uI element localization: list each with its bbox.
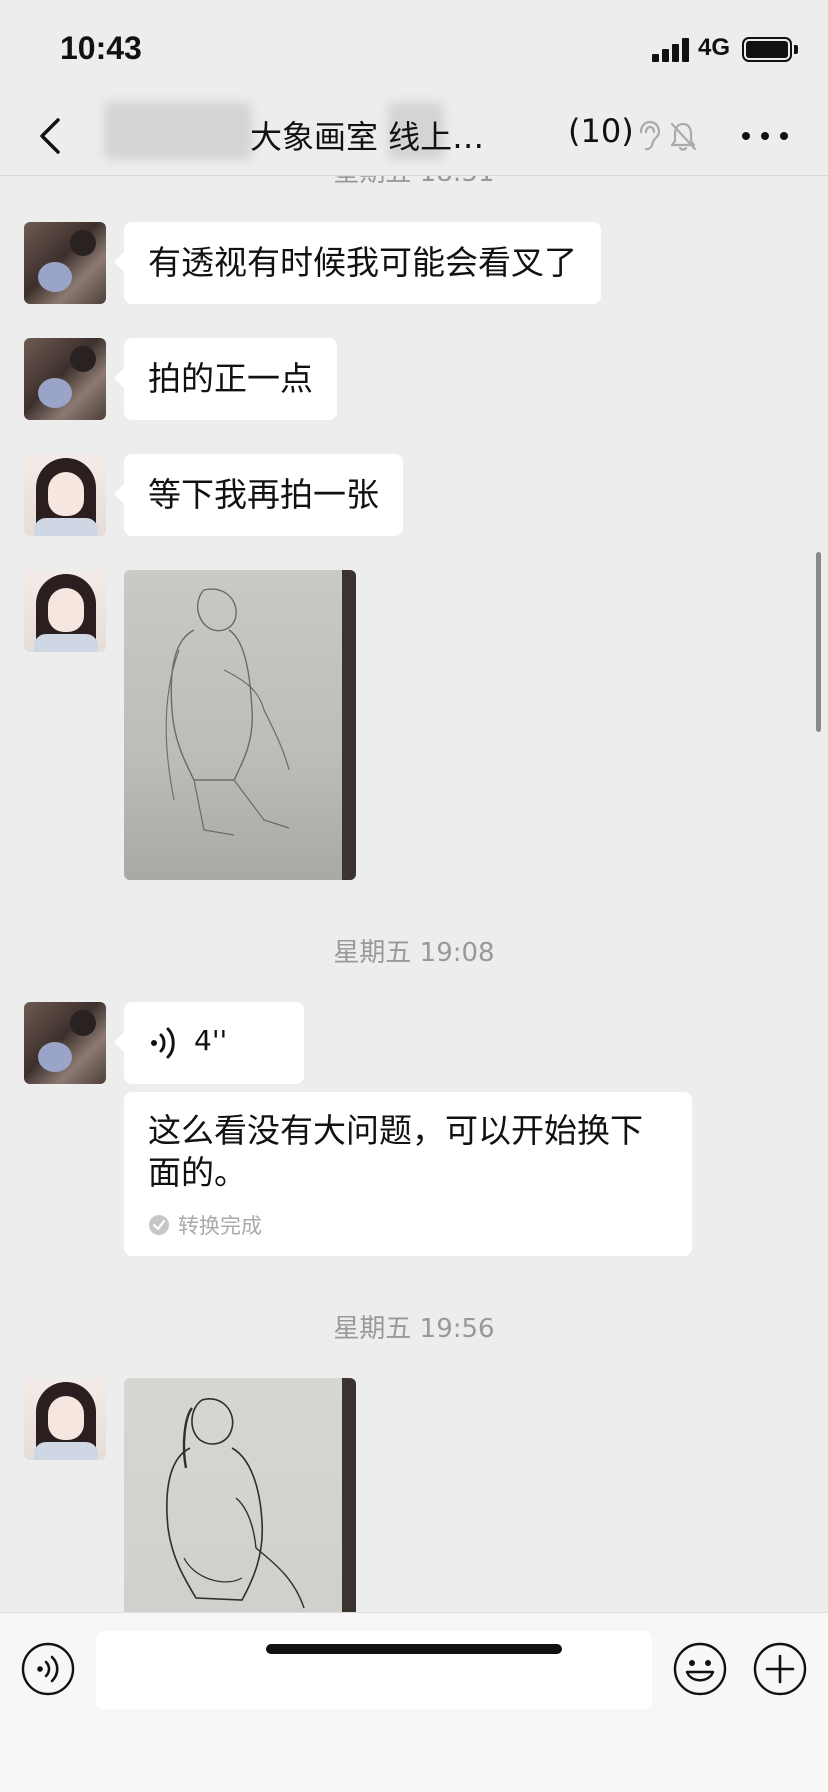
message-text: 拍的正一点 <box>148 359 313 398</box>
timestamp: 星期五 19:56 <box>333 1314 495 1344</box>
message-input[interactable] <box>96 1631 652 1709</box>
emoji-icon[interactable] <box>672 1641 728 1697</box>
avatar[interactable] <box>24 1378 106 1460</box>
sketch-image <box>166 1398 305 1609</box>
voice-duration: 4'' <box>194 1024 228 1057</box>
image-edge <box>342 570 356 880</box>
message-text: 等下我再拍一张 <box>148 475 379 514</box>
transcript-text: 这么看没有大问题，可以开始换下面的。 <box>148 1111 643 1192</box>
voice-message[interactable]: 4'' <box>114 1002 304 1084</box>
avatar[interactable] <box>24 338 106 420</box>
avatar[interactable] <box>24 570 106 652</box>
check-circle-icon <box>149 1215 169 1235</box>
scrollbar[interactable] <box>816 552 821 732</box>
avatar[interactable] <box>24 222 106 304</box>
blurred-name <box>104 102 252 160</box>
message-bubble[interactable]: 有透视有时候我可能会看叉了 <box>114 222 601 304</box>
battery-cap <box>794 45 798 54</box>
home-indicator[interactable] <box>266 1644 562 1654</box>
voice-toggle-icon[interactable] <box>20 1641 76 1697</box>
image-message[interactable] <box>124 570 356 880</box>
back-icon[interactable] <box>30 114 74 158</box>
status-time: 10:43 <box>60 30 142 66</box>
transcript-bubble[interactable]: 这么看没有大问题，可以开始换下面的。 转换完成 <box>124 1092 692 1256</box>
chat-area[interactable]: 星期五 18:51 有透视有时候我可能会看叉了 拍的正一点 等下我再拍一张 星期… <box>0 176 828 1612</box>
member-count: (10) <box>568 112 634 150</box>
message-text: 有透视有时候我可能会看叉了 <box>148 243 577 282</box>
mute-icon <box>670 122 697 151</box>
transcript-status-text: 转换完成 <box>178 1214 262 1238</box>
timestamp: 星期五 19:08 <box>333 938 495 968</box>
chat-title: 大象画室 线上… <box>250 118 485 156</box>
battery-icon <box>742 37 792 62</box>
ear-icon <box>639 120 661 151</box>
nav-bar: 大象画室 线上… (10) <box>0 96 828 176</box>
voice-wave-icon <box>151 1027 175 1059</box>
avatar[interactable] <box>24 1002 106 1084</box>
more-icon[interactable] <box>740 126 790 146</box>
timestamp: 星期五 18:51 <box>0 176 828 189</box>
image-edge <box>342 1378 356 1612</box>
plus-icon[interactable] <box>752 1641 808 1697</box>
message-bubble[interactable]: 等下我再拍一张 <box>114 454 403 536</box>
transcript-status: 转换完成 <box>148 1210 668 1240</box>
sketch-image <box>165 588 290 836</box>
image-message[interactable] <box>124 1378 356 1612</box>
message-bubble[interactable]: 拍的正一点 <box>114 338 337 420</box>
input-bar <box>0 1612 828 1792</box>
network-label: 4G <box>698 34 731 61</box>
signal-icon <box>652 38 692 62</box>
avatar[interactable] <box>24 454 106 536</box>
status-bar: 10:43 4G <box>0 0 828 96</box>
